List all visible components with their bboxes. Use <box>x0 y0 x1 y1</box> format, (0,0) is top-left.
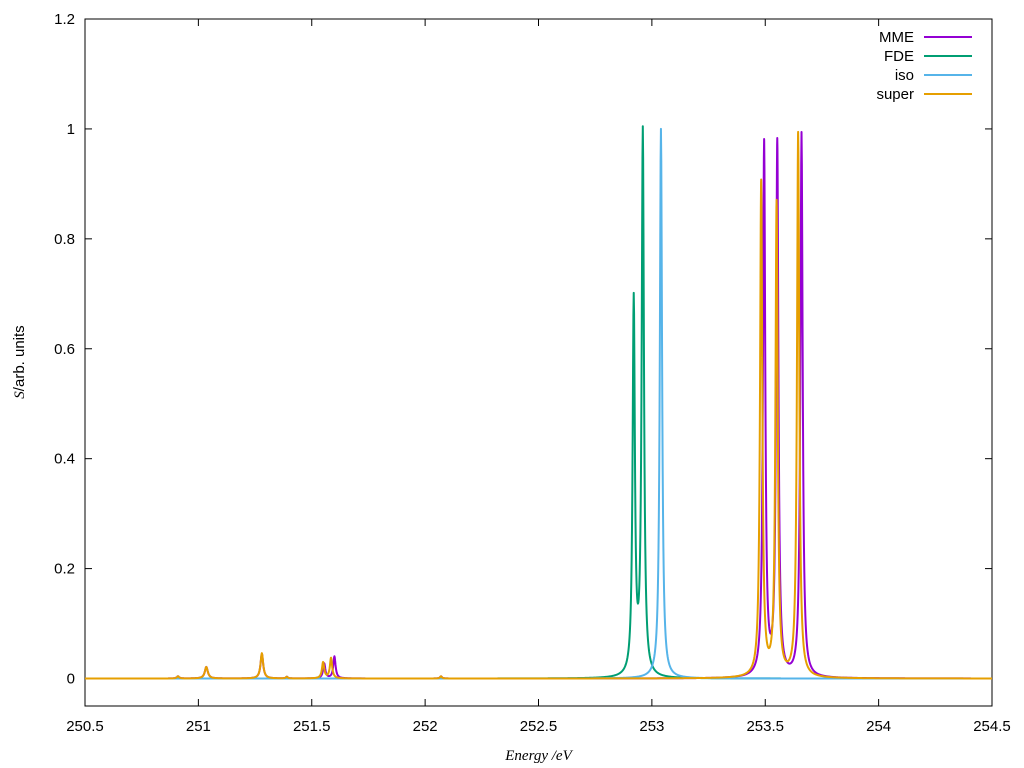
x-tick-label: 251.5 <box>293 718 331 735</box>
y-tick-label: 0.6 <box>54 341 75 358</box>
y-tick-label: 0.4 <box>54 451 75 468</box>
y-axis-title-units: /arb. units <box>11 325 28 391</box>
legend-label: iso <box>895 67 914 84</box>
series-line-super <box>84 130 993 680</box>
series-line-iso <box>84 127 993 680</box>
y-tick-label: 1.2 <box>54 11 75 28</box>
series-line-mme <box>84 131 993 680</box>
x-tick-label: 252.5 <box>520 718 558 735</box>
x-tick-label: 251 <box>186 718 211 735</box>
y-tick-label: 1 <box>67 121 75 138</box>
x-tick-label: 250.5 <box>66 718 104 735</box>
legend: MME FDE iso super <box>876 29 972 103</box>
y-tick-label: 0.2 <box>54 561 75 578</box>
x-tick-label: 253.5 <box>746 718 784 735</box>
plot-border <box>84 18 993 707</box>
x-tick-label: 252 <box>413 718 438 735</box>
plot-frame <box>84 18 993 707</box>
series-layer <box>84 125 993 680</box>
spectrum-chart: 250.5 251 251.5 252 252.5 253 253.5 254 254.5 00… <box>11 11 1011 764</box>
y-tick-label: 0.8 <box>54 231 75 248</box>
series-line-fde <box>84 125 993 680</box>
x-tick-label: 254.5 <box>973 718 1011 735</box>
x-axis-title: Energy /eV <box>504 748 573 764</box>
x-tick-label: 253 <box>639 718 664 735</box>
y-axis-title: S/arb. units <box>11 325 28 398</box>
y-axis: 0 0.2 0.4 0.6 0.8 1 1.2 <box>54 11 992 688</box>
legend-label: super <box>876 86 914 103</box>
x-axis: 250.5 251 251.5 252 252.5 253 253.5 254 254.5 <box>66 19 1011 735</box>
x-tick-label: 254 <box>866 718 891 735</box>
y-tick-label: 0 <box>67 671 75 688</box>
legend-label: FDE <box>884 48 914 65</box>
legend-label: MME <box>879 29 914 46</box>
